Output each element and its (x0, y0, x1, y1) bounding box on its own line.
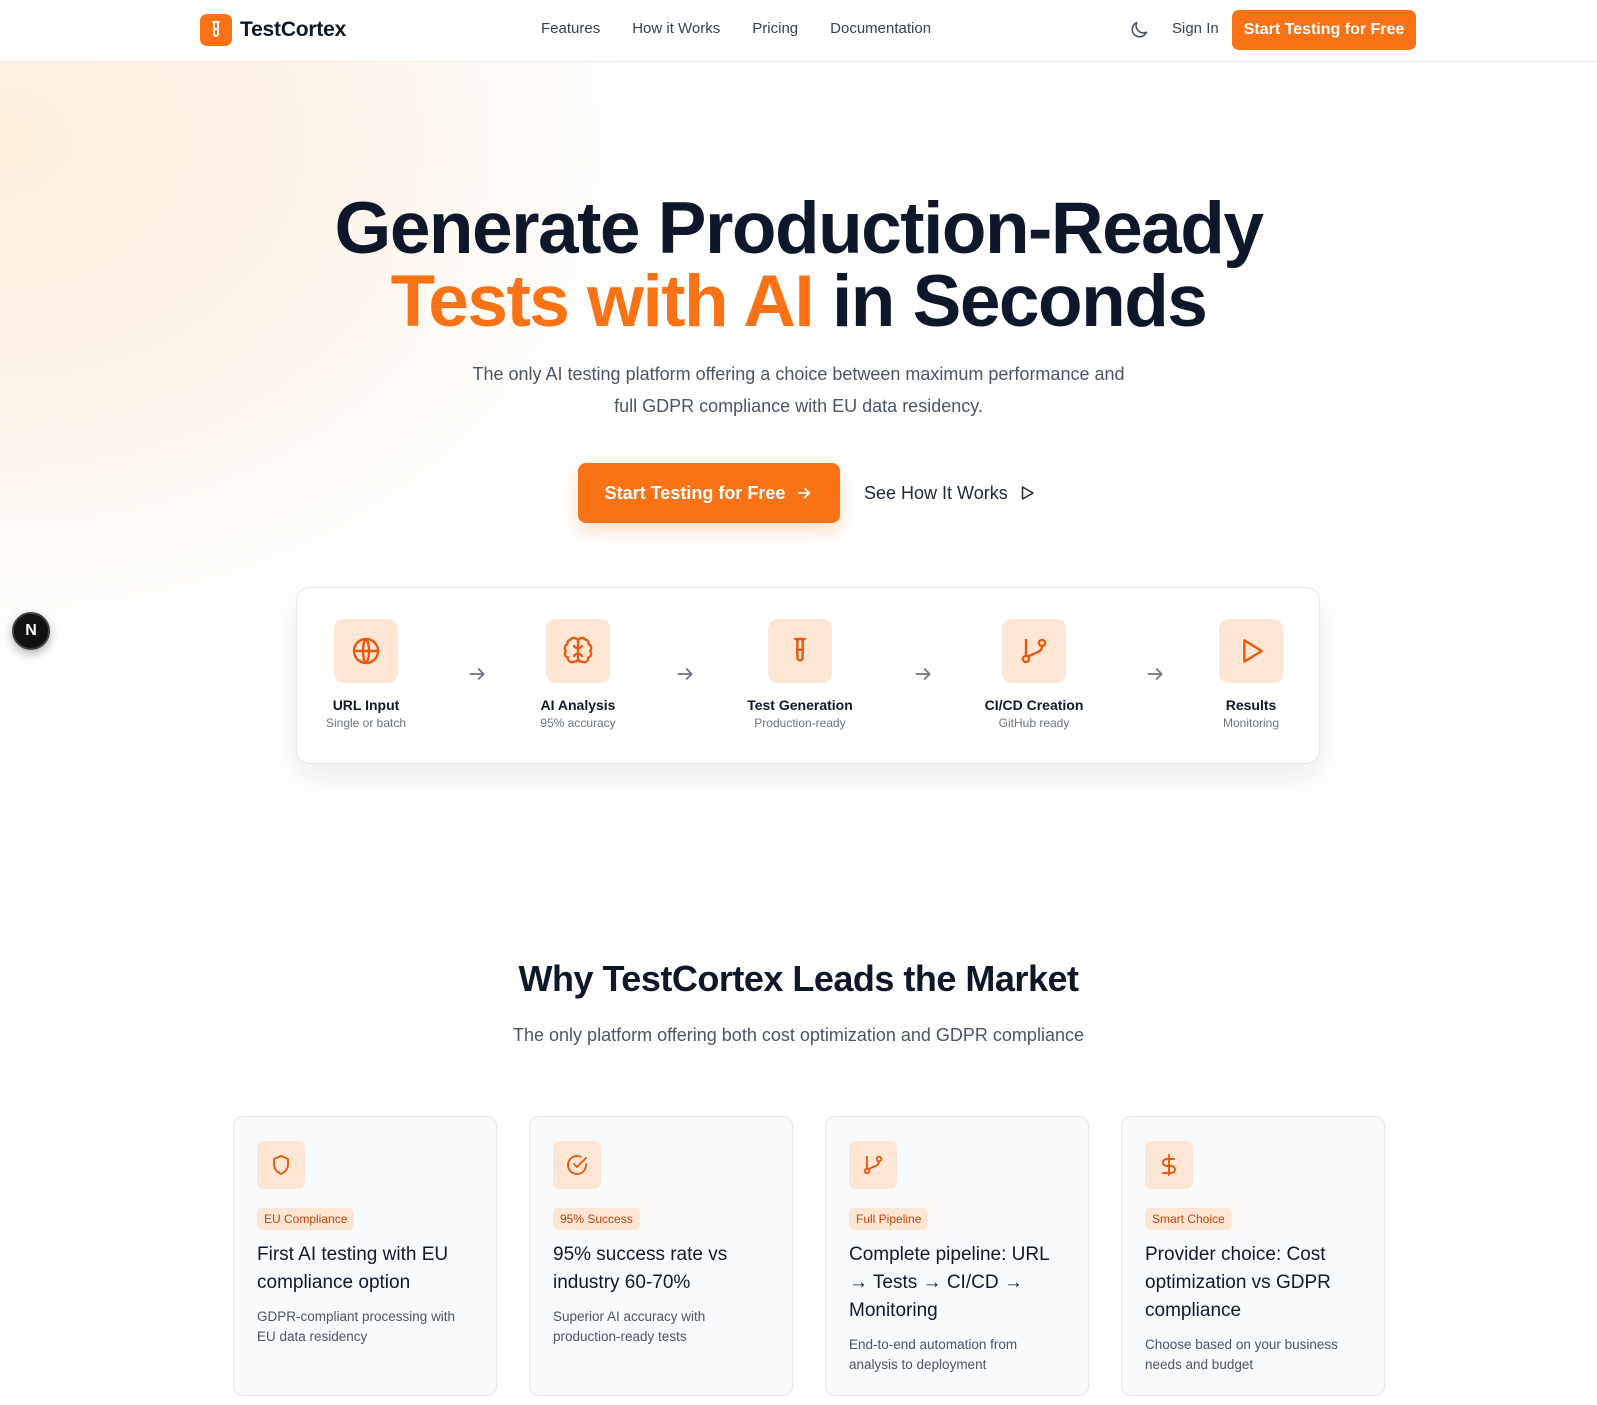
check-circle-icon (553, 1141, 601, 1189)
step-title: Results (1225, 697, 1277, 713)
pipeline-step-test-generation: Test Generation Production-ready (725, 619, 875, 730)
feature-card-eu-compliance: EU Compliance First AI testing with EU c… (233, 1116, 497, 1396)
arrow-right-icon (798, 487, 811, 499)
step-title: Test Generation (747, 697, 853, 713)
step-title: AI Analysis (540, 697, 616, 713)
feature-card-smart-choice: Smart Choice Provider choice: Cost optim… (1121, 1116, 1385, 1396)
moon-icon[interactable] (1128, 19, 1150, 41)
see-how-label: See How It Works (864, 482, 1008, 503)
pipeline-step-results: Results Monitoring (1176, 619, 1326, 730)
hero-title: Generate Production-Ready Tests with AI … (0, 192, 1597, 338)
play-icon (1219, 619, 1283, 683)
hero-title-accent: Tests with AI (390, 261, 815, 342)
arrow-right-icon (1147, 668, 1163, 680)
arrow-right-icon (915, 668, 931, 680)
why-section-subtitle: The only platform offering both cost opt… (513, 1025, 1084, 1045)
nav-link-how-it-works[interactable]: How it Works (632, 20, 720, 37)
hero-subtitle: The only AI testing platform offering a … (472, 364, 1125, 416)
globe-icon (334, 619, 398, 683)
git-branch-icon (849, 1141, 897, 1189)
arrow-right-icon (469, 668, 485, 680)
feature-badge: EU Compliance (257, 1208, 355, 1230)
dollar-icon (1145, 1141, 1193, 1189)
test-tube-icon (768, 619, 832, 683)
pipeline-step-cicd-creation: CI/CD Creation GitHub ready (959, 619, 1109, 730)
top-nav: TestCortex Features How it Works Pricing… (0, 0, 1597, 62)
git-branch-icon (1002, 619, 1066, 683)
nav-links: Features How it Works Pricing Documentat… (541, 20, 931, 37)
arrow-right-icon (677, 668, 693, 680)
feature-card-success-rate: 95% Success 95% success rate vs industry… (529, 1116, 793, 1396)
pipeline-step-url-input: URL Input Single or batch (291, 619, 441, 730)
hero-title-line1: Generate Production-Ready (334, 188, 1264, 269)
logo[interactable]: TestCortex (200, 14, 346, 46)
hero-cta-label: Start Testing for Free (604, 482, 786, 503)
step-desc: Monitoring (1222, 716, 1280, 730)
pipeline-card: URL Input Single or batch AI Analysis 95… (296, 587, 1320, 764)
step-title: CI/CD Creation (984, 697, 1084, 713)
feature-badge: Smart Choice (1145, 1208, 1232, 1230)
brand-name: TestCortex (240, 18, 347, 41)
step-title: URL Input (332, 697, 400, 713)
step-desc: GitHub ready (998, 716, 1070, 730)
why-section-title: Why TestCortex Leads the Market (518, 958, 1079, 999)
sign-in-link[interactable]: Sign In (1172, 20, 1219, 37)
nav-link-documentation[interactable]: Documentation (830, 20, 931, 37)
test-tube-icon (200, 14, 232, 46)
step-desc: 95% accuracy (540, 716, 616, 730)
step-desc: Production-ready (754, 716, 846, 730)
feature-title: 95% success rate vs industry 60-70% (553, 1244, 728, 1293)
hero-title-rest: in Seconds (813, 261, 1208, 342)
feature-desc: End-to-end automation from analysis to d… (849, 1337, 1018, 1372)
pipeline-step-ai-analysis: AI Analysis 95% accuracy (503, 619, 653, 730)
feature-card-full-pipeline: Full Pipeline Complete pipeline: URL → T… (825, 1116, 1089, 1396)
feature-title: Provider choice: Cost optimization vs GD… (1145, 1244, 1331, 1321)
play-icon (1021, 486, 1034, 500)
nav-link-pricing[interactable]: Pricing (752, 20, 798, 37)
dev-tools-badge[interactable]: N (12, 612, 50, 650)
hero-start-testing-button[interactable]: Start Testing for Free (578, 463, 840, 523)
feature-badge: Full Pipeline (849, 1208, 929, 1230)
feature-desc: Superior AI accuracy with production-rea… (553, 1309, 706, 1344)
step-desc: Single or batch (325, 716, 407, 730)
feature-title: First AI testing with EU compliance opti… (257, 1244, 449, 1293)
nav-link-features[interactable]: Features (541, 20, 600, 37)
brain-icon (546, 619, 610, 683)
feature-desc: Choose based on your business needs and … (1145, 1337, 1338, 1372)
shield-icon (257, 1141, 305, 1189)
nav-start-testing-button[interactable]: Start Testing for Free (1232, 10, 1416, 50)
feature-badge: 95% Success (553, 1208, 640, 1230)
see-how-it-works-button[interactable]: See How It Works (864, 479, 1036, 507)
feature-desc: GDPR-compliant processing with EU data r… (257, 1309, 456, 1344)
feature-title: Complete pipeline: URL → Tests → CI/CD →… (849, 1244, 1049, 1321)
